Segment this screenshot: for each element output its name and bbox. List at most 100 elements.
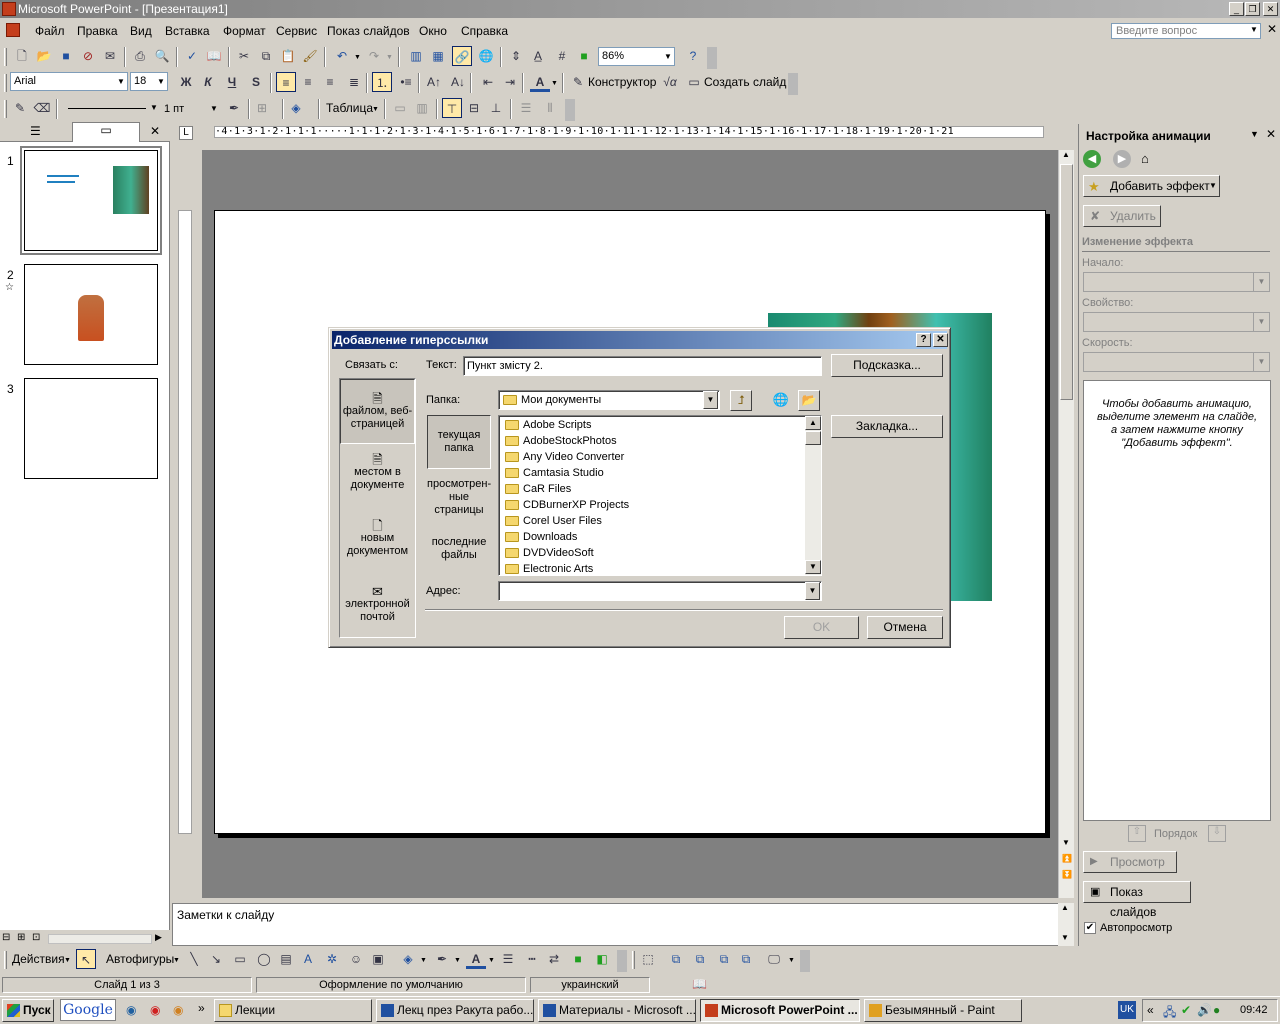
horizontal-scrollbar[interactable]: [48, 934, 152, 944]
tab-slides[interactable]: ▭: [72, 122, 140, 142]
sorter-view-icon[interactable]: ⊞: [17, 932, 25, 943]
chevron-down-icon[interactable]: ▼: [372, 106, 379, 113]
menu-insert[interactable]: Вставка: [165, 24, 210, 38]
ok-button[interactable]: OK: [784, 616, 859, 639]
opera-icon[interactable]: ◉: [150, 1003, 160, 1017]
chevron-down-icon[interactable]: ▼: [173, 957, 180, 964]
decrease-font-icon[interactable]: A↓: [448, 72, 468, 92]
line-style-combo[interactable]: ▼: [62, 100, 160, 118]
copy-icon[interactable]: ⧉: [256, 46, 276, 66]
list-item[interactable]: DVDVideoSoft: [503, 545, 594, 561]
chevron-down-icon[interactable]: ▼: [551, 80, 558, 87]
menu-tools[interactable]: Сервис: [276, 24, 317, 38]
list-item[interactable]: Corel User Files: [503, 513, 602, 529]
chevron-down-icon[interactable]: ▼: [805, 582, 820, 600]
move-up-icon[interactable]: ⇧: [1128, 825, 1146, 842]
table-menu[interactable]: Таблица: [326, 98, 373, 118]
quicklaunch-more-icon[interactable]: »: [198, 1001, 205, 1015]
merge-cells-icon[interactable]: ▭: [390, 98, 410, 118]
wordart-icon[interactable]: A: [298, 949, 318, 969]
chevron-down-icon[interactable]: ▼: [420, 957, 427, 964]
help-icon[interactable]: ?: [683, 46, 703, 66]
file-list[interactable]: Adobe Scripts AdobeStockPhotos Any Video…: [498, 415, 822, 576]
task-word-1[interactable]: Лекц през Ракута рабо...: [376, 999, 534, 1022]
scroll-down-icon[interactable]: ▼: [805, 560, 821, 574]
list-item[interactable]: Electronic Arts: [503, 561, 593, 575]
property-combo[interactable]: ▼: [1083, 312, 1270, 332]
speed-combo[interactable]: ▼: [1083, 352, 1270, 372]
task-powerpoint[interactable]: Microsoft PowerPoint ...: [700, 999, 860, 1022]
screentip-button[interactable]: Подсказка...: [831, 354, 943, 377]
antivirus-icon[interactable]: ●: [1213, 1003, 1220, 1017]
menu-view[interactable]: Вид: [130, 24, 152, 38]
preview-button[interactable]: ▶ Просмотр: [1083, 851, 1177, 873]
notes-pane[interactable]: Заметки к слайду: [172, 903, 1072, 946]
fill-color-icon[interactable]: ◈: [286, 98, 306, 118]
autopreview-checkbox[interactable]: ✔: [1084, 922, 1096, 934]
font-color-icon[interactable]: A: [466, 949, 486, 969]
expand-icon[interactable]: ⇕: [506, 46, 526, 66]
toolbar-options-icon[interactable]: [788, 73, 798, 95]
menu-help[interactable]: Справка: [461, 24, 508, 38]
bold-button[interactable]: Ж: [176, 72, 196, 92]
chevron-down-icon[interactable]: ▼: [488, 957, 495, 964]
increase-font-icon[interactable]: A↑: [424, 72, 444, 92]
picture-icon[interactable]: ▣: [368, 949, 388, 969]
line-icon[interactable]: ╲: [184, 949, 204, 969]
scroll-right-icon[interactable]: ▶: [155, 932, 162, 943]
rectangle-icon[interactable]: ▭: [230, 949, 250, 969]
color-icon[interactable]: ■: [574, 46, 594, 66]
actions-menu[interactable]: Действия: [12, 949, 65, 969]
nav-browsed-pages[interactable]: просмотрен-ные страницы: [427, 478, 491, 518]
tab-selector[interactable]: L: [179, 126, 193, 140]
address-combo[interactable]: ▼: [498, 581, 822, 601]
chevron-down-icon[interactable]: ▼: [210, 100, 218, 118]
font-size-combo[interactable]: 18 ▼: [130, 72, 168, 91]
border-color-icon[interactable]: ✒: [224, 98, 244, 118]
next-slide-icon[interactable]: ⏬: [1062, 870, 1072, 879]
redo-icon[interactable]: ↷: [364, 46, 384, 66]
format-painter-icon[interactable]: 🖌: [300, 46, 320, 66]
chevron-down-icon[interactable]: ▼: [155, 73, 167, 90]
monitor-icon[interactable]: 🖵: [764, 949, 784, 969]
arrow-style-icon[interactable]: ⇄: [544, 949, 564, 969]
task-paint[interactable]: Безымянный - Paint: [864, 999, 1022, 1022]
up-folder-icon[interactable]: ⮥: [730, 390, 752, 411]
align-bottom-icon[interactable]: ⊥: [486, 98, 506, 118]
chart-icon[interactable]: ▥: [406, 46, 426, 66]
numbering-icon[interactable]: ⒈: [372, 72, 392, 92]
formula-icon[interactable]: √α: [660, 72, 680, 92]
design-button[interactable]: Конструктор: [588, 72, 656, 92]
link-email[interactable]: ✉ электронной почтой: [340, 585, 415, 645]
horizontal-ruler[interactable]: ·4·1·3·1·2·1·1·1·····1·1·1·2·1·3·1·4·1·5…: [214, 126, 1044, 138]
list-item[interactable]: Downloads: [503, 529, 577, 545]
forward-icon[interactable]: ▶: [1113, 150, 1131, 168]
textbox-icon[interactable]: ▤: [276, 949, 296, 969]
tab-outline[interactable]: ☰: [30, 124, 41, 138]
normal-view-icon[interactable]: ⊟: [2, 932, 10, 943]
diagram-icon[interactable]: ✲: [322, 949, 342, 969]
chevron-down-icon[interactable]: ▼: [115, 73, 127, 90]
move-down-icon[interactable]: ⇩: [1208, 825, 1226, 842]
line-color-icon[interactable]: ✒: [432, 949, 452, 969]
chevron-down-icon[interactable]: ▼: [64, 957, 71, 964]
slideshow-button[interactable]: ▣ Показ слайдов: [1083, 881, 1191, 919]
menu-edit[interactable]: Правка: [77, 24, 118, 38]
list-item[interactable]: Camtasia Studio: [503, 465, 604, 481]
volume-icon[interactable]: 🔊: [1197, 1003, 1212, 1017]
zoom-combo[interactable]: 86% ▼: [598, 47, 675, 66]
distribute-rows-icon[interactable]: ☰: [516, 98, 536, 118]
tray-expand-icon[interactable]: «: [1147, 1003, 1154, 1017]
list-item[interactable]: AdobeStockPhotos: [503, 433, 617, 449]
group-icon[interactable]: ⬚: [638, 949, 658, 969]
list-item[interactable]: Any Video Converter: [503, 449, 624, 465]
line-style-icon[interactable]: ☰: [498, 949, 518, 969]
security-icon[interactable]: ✔: [1181, 1003, 1191, 1017]
chevron-down-icon[interactable]: ▼: [662, 48, 674, 65]
undo-dropdown-icon[interactable]: ▼: [354, 54, 361, 61]
browse-web-icon[interactable]: 🌐: [770, 390, 792, 411]
menu-slideshow[interactable]: Показ слайдов: [327, 24, 410, 38]
clock[interactable]: 09:42: [1240, 1004, 1268, 1016]
scroll-up-icon[interactable]: ▲: [1062, 150, 1070, 159]
distribute-icon[interactable]: ⧉: [736, 949, 756, 969]
